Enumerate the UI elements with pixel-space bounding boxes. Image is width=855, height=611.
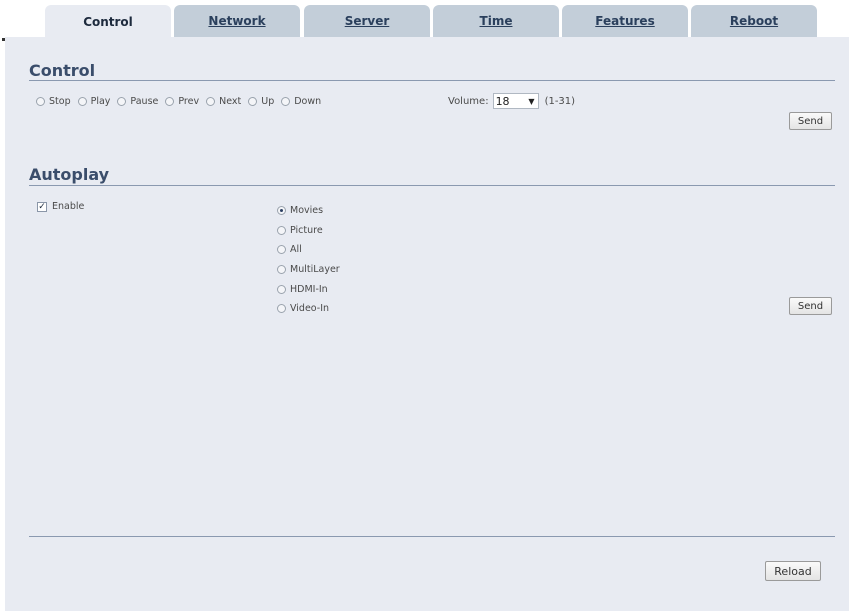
radio-down-label: Down xyxy=(294,96,322,107)
radio-play-label: Play xyxy=(90,96,111,107)
radio-up[interactable]: Up xyxy=(248,96,274,107)
tab-bar: Control Network Server Time Features Reb… xyxy=(0,0,855,39)
volume-control: Volume: 18 ▼ (1-31) xyxy=(448,93,575,109)
control-radio-group: Stop Play Pause Prev Next Up Down xyxy=(36,96,328,107)
radio-multilayer-button[interactable] xyxy=(277,265,286,275)
radio-hdmi-in-label: HDMI-In xyxy=(290,283,328,295)
control-send-button[interactable]: Send xyxy=(789,112,832,130)
radio-stop[interactable]: Stop xyxy=(36,96,71,107)
radio-hdmi-in-button[interactable] xyxy=(277,284,286,294)
main-panel xyxy=(5,37,849,611)
footer-divider xyxy=(29,536,835,537)
tab-features[interactable]: Features xyxy=(562,5,688,37)
radio-picture-button[interactable] xyxy=(277,225,286,235)
radio-pause[interactable]: Pause xyxy=(117,96,158,107)
radio-down[interactable]: Down xyxy=(281,96,321,107)
volume-select[interactable]: 18 ▼ xyxy=(492,93,539,109)
tab-control[interactable]: Control xyxy=(45,5,171,39)
radio-stop-label: Stop xyxy=(49,96,71,107)
tab-time[interactable]: Time xyxy=(433,5,559,37)
enable-label: Enable xyxy=(52,201,85,212)
radio-movies-label: Movies xyxy=(290,205,324,217)
autoplay-send-button[interactable]: Send xyxy=(789,297,832,315)
radio-hdmi-in[interactable]: HDMI-In xyxy=(277,279,340,299)
radio-picture[interactable]: Picture xyxy=(277,221,340,241)
autoplay-radio-group: Movies Picture All MultiLayer HDMI-In Vi… xyxy=(277,201,340,319)
radio-all-label: All xyxy=(290,244,302,256)
radio-down-button[interactable] xyxy=(281,97,291,106)
radio-prev-button[interactable] xyxy=(165,97,175,106)
volume-value: 18 xyxy=(495,94,510,108)
radio-movies-button[interactable] xyxy=(277,206,286,216)
tab-server[interactable]: Server xyxy=(304,5,430,37)
reload-button[interactable]: Reload xyxy=(765,561,821,581)
radio-multilayer-label: MultiLayer xyxy=(290,264,340,276)
radio-all-button[interactable] xyxy=(277,245,286,255)
tab-reboot[interactable]: Reboot xyxy=(691,5,817,37)
radio-pause-button[interactable] xyxy=(117,97,127,106)
volume-range: (1-31) xyxy=(544,95,576,107)
radio-video-in[interactable]: Video-In xyxy=(277,299,340,319)
control-section-title: Control xyxy=(29,61,96,80)
radio-multilayer[interactable]: MultiLayer xyxy=(277,260,340,280)
radio-prev[interactable]: Prev xyxy=(165,96,199,107)
radio-next-button[interactable] xyxy=(206,97,216,106)
autoplay-divider xyxy=(29,185,835,186)
radio-prev-label: Prev xyxy=(178,96,200,107)
enable-checkbox[interactable]: ✓ xyxy=(37,201,47,212)
radio-next[interactable]: Next xyxy=(206,96,241,107)
radio-movies[interactable]: Movies xyxy=(277,201,340,221)
autoplay-section-title: Autoplay xyxy=(29,165,110,184)
radio-play-button[interactable] xyxy=(77,97,87,106)
radio-picture-label: Picture xyxy=(290,224,323,236)
volume-label: Volume: xyxy=(448,95,489,107)
radio-video-in-button[interactable] xyxy=(277,304,286,314)
radio-next-label: Next xyxy=(219,96,242,107)
radio-up-label: Up xyxy=(261,96,275,107)
control-divider xyxy=(29,80,835,81)
radio-pause-label: Pause xyxy=(130,96,159,107)
radio-play[interactable]: Play xyxy=(77,96,111,107)
radio-up-button[interactable] xyxy=(248,97,258,106)
tab-network[interactable]: Network xyxy=(174,5,300,37)
radio-video-in-label: Video-In xyxy=(290,303,330,315)
enable-checkbox-row[interactable]: ✓ Enable xyxy=(37,201,84,212)
radio-stop-button[interactable] xyxy=(36,97,45,106)
chevron-down-icon: ▼ xyxy=(528,96,535,106)
radio-all[interactable]: All xyxy=(277,240,340,260)
